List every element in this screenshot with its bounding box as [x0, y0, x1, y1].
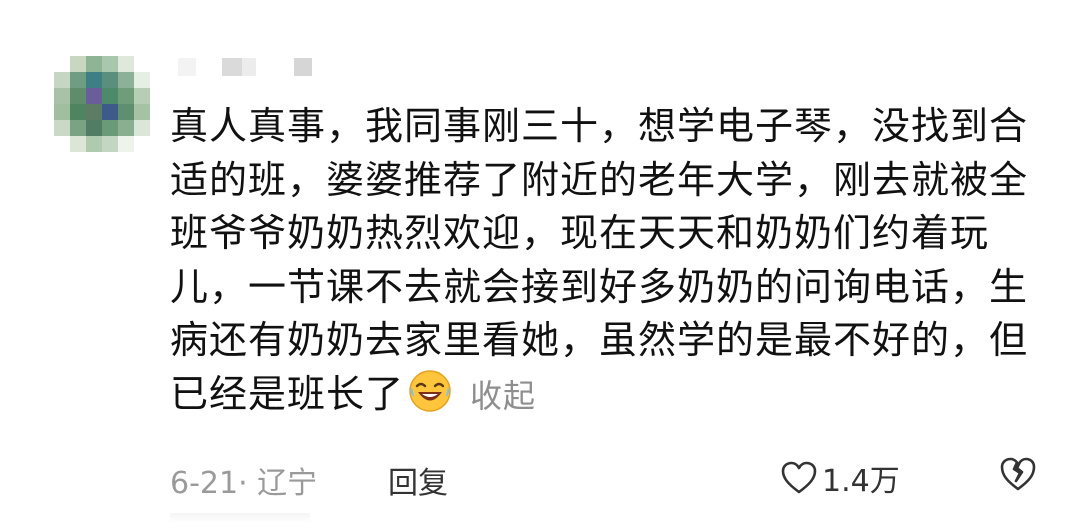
comment-body: 真人真事，我同事刚三十，想学电子琴，没找到合适的班，婆婆推荐了附近的老年大学，刚… — [170, 104, 1029, 416]
comment-text: 真人真事，我同事刚三十，想学电子琴，没找到合适的班，婆婆推荐了附近的老年大学，刚… — [170, 100, 1030, 423]
heart-icon — [781, 461, 817, 494]
like-count: 1.4万 — [822, 464, 900, 499]
laughing-crying-emoji-icon — [409, 369, 451, 412]
avatar[interactable] — [54, 56, 150, 152]
broken-heart-icon[interactable] — [998, 454, 1038, 494]
username-blurred[interactable] — [178, 58, 328, 80]
like-button[interactable]: 1.4万 — [780, 456, 900, 500]
comment-meta-row: 6-21· 辽宁 回复 1.4万 — [170, 456, 1050, 501]
reply-button[interactable]: 回复 — [388, 458, 448, 502]
divider — [170, 513, 310, 523]
date-location: 6-21· 辽宁 — [170, 466, 318, 501]
comment-item: 真人真事，我同事刚三十，想学电子琴，没找到合适的班，婆婆推荐了附近的老年大学，刚… — [0, 0, 1080, 523]
collapse-link[interactable]: 收起 — [470, 377, 536, 415]
